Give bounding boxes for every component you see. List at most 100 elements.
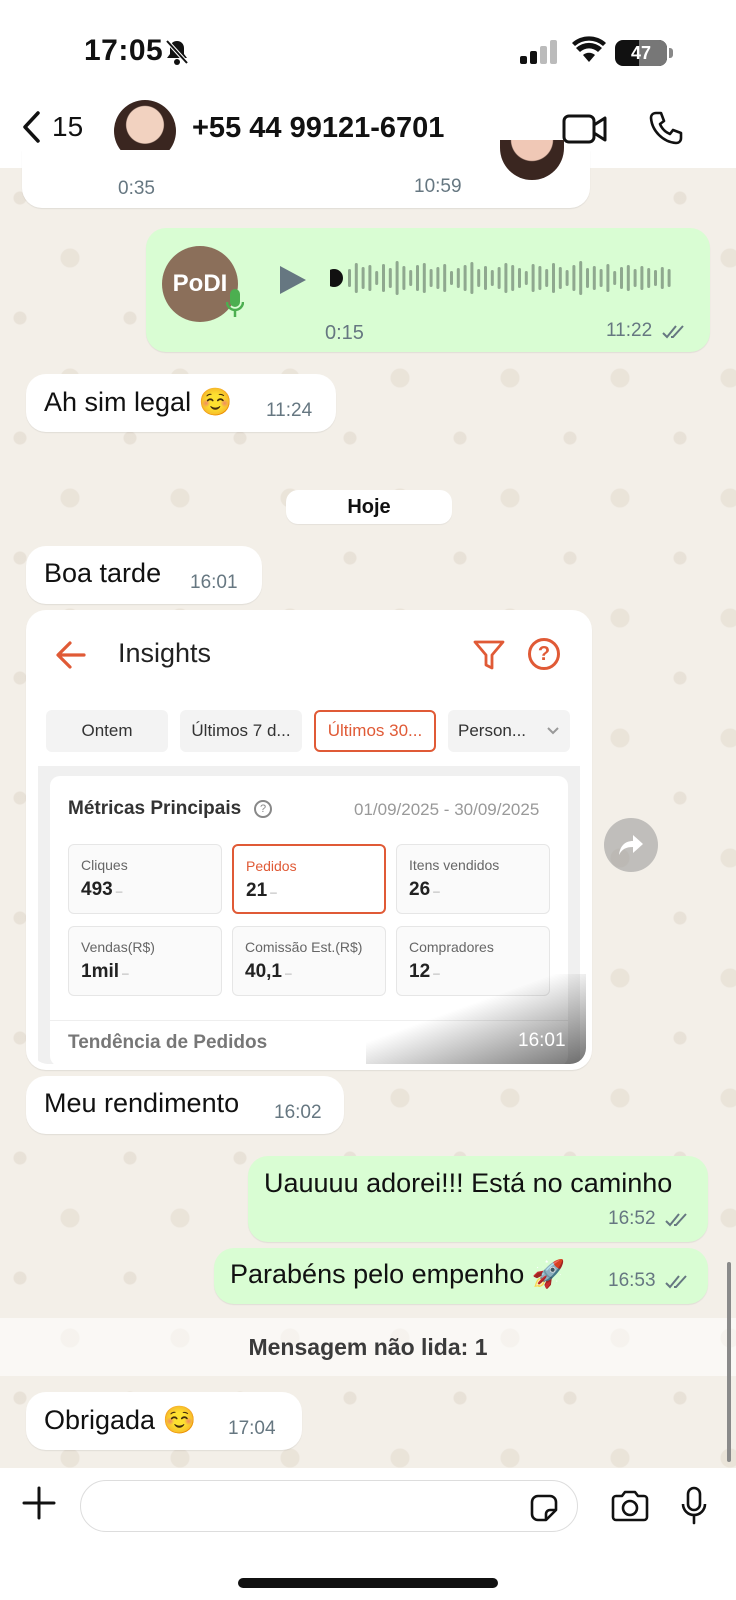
metric-label: Itens vendidos — [409, 857, 500, 873]
home-indicator[interactable] — [238, 1578, 498, 1588]
sticker-button[interactable] — [528, 1492, 560, 1529]
waveform-bar — [348, 269, 351, 287]
info-icon: ? — [254, 800, 272, 818]
shared-screenshot-image[interactable]: Insights ? Ontem Últimos 7 d... Últimos … — [32, 616, 586, 1064]
scrollbar[interactable] — [727, 1262, 731, 1462]
filter-icon — [473, 640, 505, 670]
message-meta: 16:53 — [608, 1270, 692, 1292]
message-time: 16:02 — [274, 1102, 322, 1123]
plus-icon — [22, 1486, 56, 1520]
metric-card-selected: Pedidos 21– — [232, 844, 386, 914]
waveform-bar — [463, 265, 467, 291]
chevron-down-icon — [547, 727, 559, 735]
message-bubble-incoming[interactable]: Ah sim legal ☺️ 11:24 — [26, 374, 336, 432]
waveform-bar — [579, 261, 583, 295]
waveform-bar — [490, 270, 494, 286]
voice-record-button[interactable] — [680, 1486, 708, 1531]
waveform-bar — [388, 268, 392, 288]
screenshot-header: Insights ? — [32, 616, 586, 696]
message-time: 11:24 — [266, 400, 313, 421]
metric-value-wrap: 1mil – — [81, 961, 129, 983]
camera-button[interactable] — [610, 1490, 650, 1527]
chevron-left-icon — [23, 111, 40, 143]
waveform-bar — [531, 264, 535, 292]
message-bubble-image[interactable]: Insights ? Ontem Últimos 7 d... Últimos … — [26, 610, 592, 1070]
wifi-icon — [572, 36, 606, 69]
video-camera-icon — [562, 114, 607, 144]
video-call-button[interactable] — [562, 112, 608, 151]
waveform-bar — [416, 265, 419, 291]
message-meta: 16:52 — [608, 1208, 692, 1230]
battery-level: 47 — [630, 42, 652, 63]
trend-title: Tendência de Pedidos — [68, 1032, 268, 1053]
date-separator: Hoje — [286, 490, 452, 524]
message-bubble-outgoing[interactable]: Uauuuu adorei!!! Está no caminho 16:52 — [248, 1156, 708, 1242]
metric-dash: – — [270, 885, 277, 899]
waveform-bar — [613, 271, 617, 285]
waveform-bar — [368, 265, 372, 291]
message-input[interactable] — [80, 1480, 578, 1532]
waveform-bar — [497, 267, 501, 289]
message-time: 16:01 — [190, 572, 238, 593]
waveform-bar — [456, 268, 460, 288]
attach-button[interactable] — [22, 1486, 56, 1525]
metric-value: 493 — [81, 879, 113, 900]
message-time: 11:22 — [606, 320, 653, 341]
sticker-icon — [530, 1494, 558, 1522]
waveform-bar — [592, 266, 596, 290]
playhead[interactable] — [325, 269, 343, 287]
waveform-bar — [552, 263, 555, 293]
waveform-bar — [436, 267, 440, 289]
message-bubble-incoming[interactable]: Meu rendimento 16:02 — [26, 1076, 344, 1134]
waveform-bar — [524, 271, 528, 285]
message-bubble-incoming[interactable]: Obrigada ☺️ 17:04 — [26, 1392, 302, 1450]
waveform-bar — [422, 263, 426, 293]
contact-name[interactable]: +55 44 99121-6701 — [192, 112, 444, 145]
waveform-bar — [586, 268, 589, 288]
message-text: Obrigada ☺️ — [44, 1405, 197, 1435]
message-time: 10:59 — [414, 176, 462, 197]
arrow-left-icon — [56, 641, 86, 669]
play-icon — [280, 266, 306, 294]
period-chip-custom: Person... — [448, 710, 570, 752]
double-check-icon — [661, 325, 684, 339]
waveform-bar — [361, 267, 365, 289]
metrics-title: Métricas Principais — [68, 798, 242, 819]
waveform-bar — [538, 266, 542, 290]
metric-dash: – — [433, 884, 440, 898]
waveform-bar — [470, 262, 474, 294]
phone-icon — [649, 111, 683, 145]
message-text: Uauuuu adorei!!! Está no caminho — [264, 1168, 673, 1198]
metric-value: 21 — [246, 880, 268, 901]
metric-label: Cliques — [81, 857, 128, 873]
chip-label: Person... — [457, 721, 527, 740]
period-chip: Ontem — [46, 710, 168, 752]
metric-value-wrap: 26– — [409, 879, 440, 901]
message-time: 17:04 — [228, 1418, 276, 1439]
metric-label: Comissão Est.(R$) — [245, 939, 363, 955]
waveform-bar — [504, 263, 508, 293]
camera-icon — [611, 1490, 649, 1522]
waveform-bar — [382, 264, 385, 292]
voice-call-button[interactable] — [648, 110, 684, 151]
waveform-bar — [572, 265, 576, 291]
waveform-bar — [443, 264, 447, 292]
play-button[interactable] — [276, 264, 308, 301]
metric-value: 26 — [409, 879, 431, 900]
message-bubble-outgoing[interactable]: Parabéns pelo empenho 🚀 16:53 — [214, 1248, 708, 1304]
forward-button[interactable] — [604, 818, 658, 872]
message-bubble-incoming[interactable]: Boa tarde 16:01 — [26, 546, 262, 604]
waveform-bar — [429, 269, 433, 287]
waveform-bar — [477, 269, 481, 287]
metric-dash: – — [115, 884, 123, 898]
back-button[interactable]: 15 — [20, 110, 83, 144]
bell-off-icon — [164, 38, 190, 71]
metric-card: Vendas(R$) 1mil – — [68, 926, 222, 996]
signal-icon — [520, 40, 558, 69]
audio-waveform[interactable] — [325, 256, 680, 305]
message-text: Ah sim legal ☺️ — [44, 387, 233, 417]
waveform-bar — [626, 265, 630, 291]
status-time: 17:05 — [84, 34, 164, 67]
metric-value-wrap: 493– — [81, 879, 122, 901]
message-time: 16:01 — [518, 1030, 566, 1051]
